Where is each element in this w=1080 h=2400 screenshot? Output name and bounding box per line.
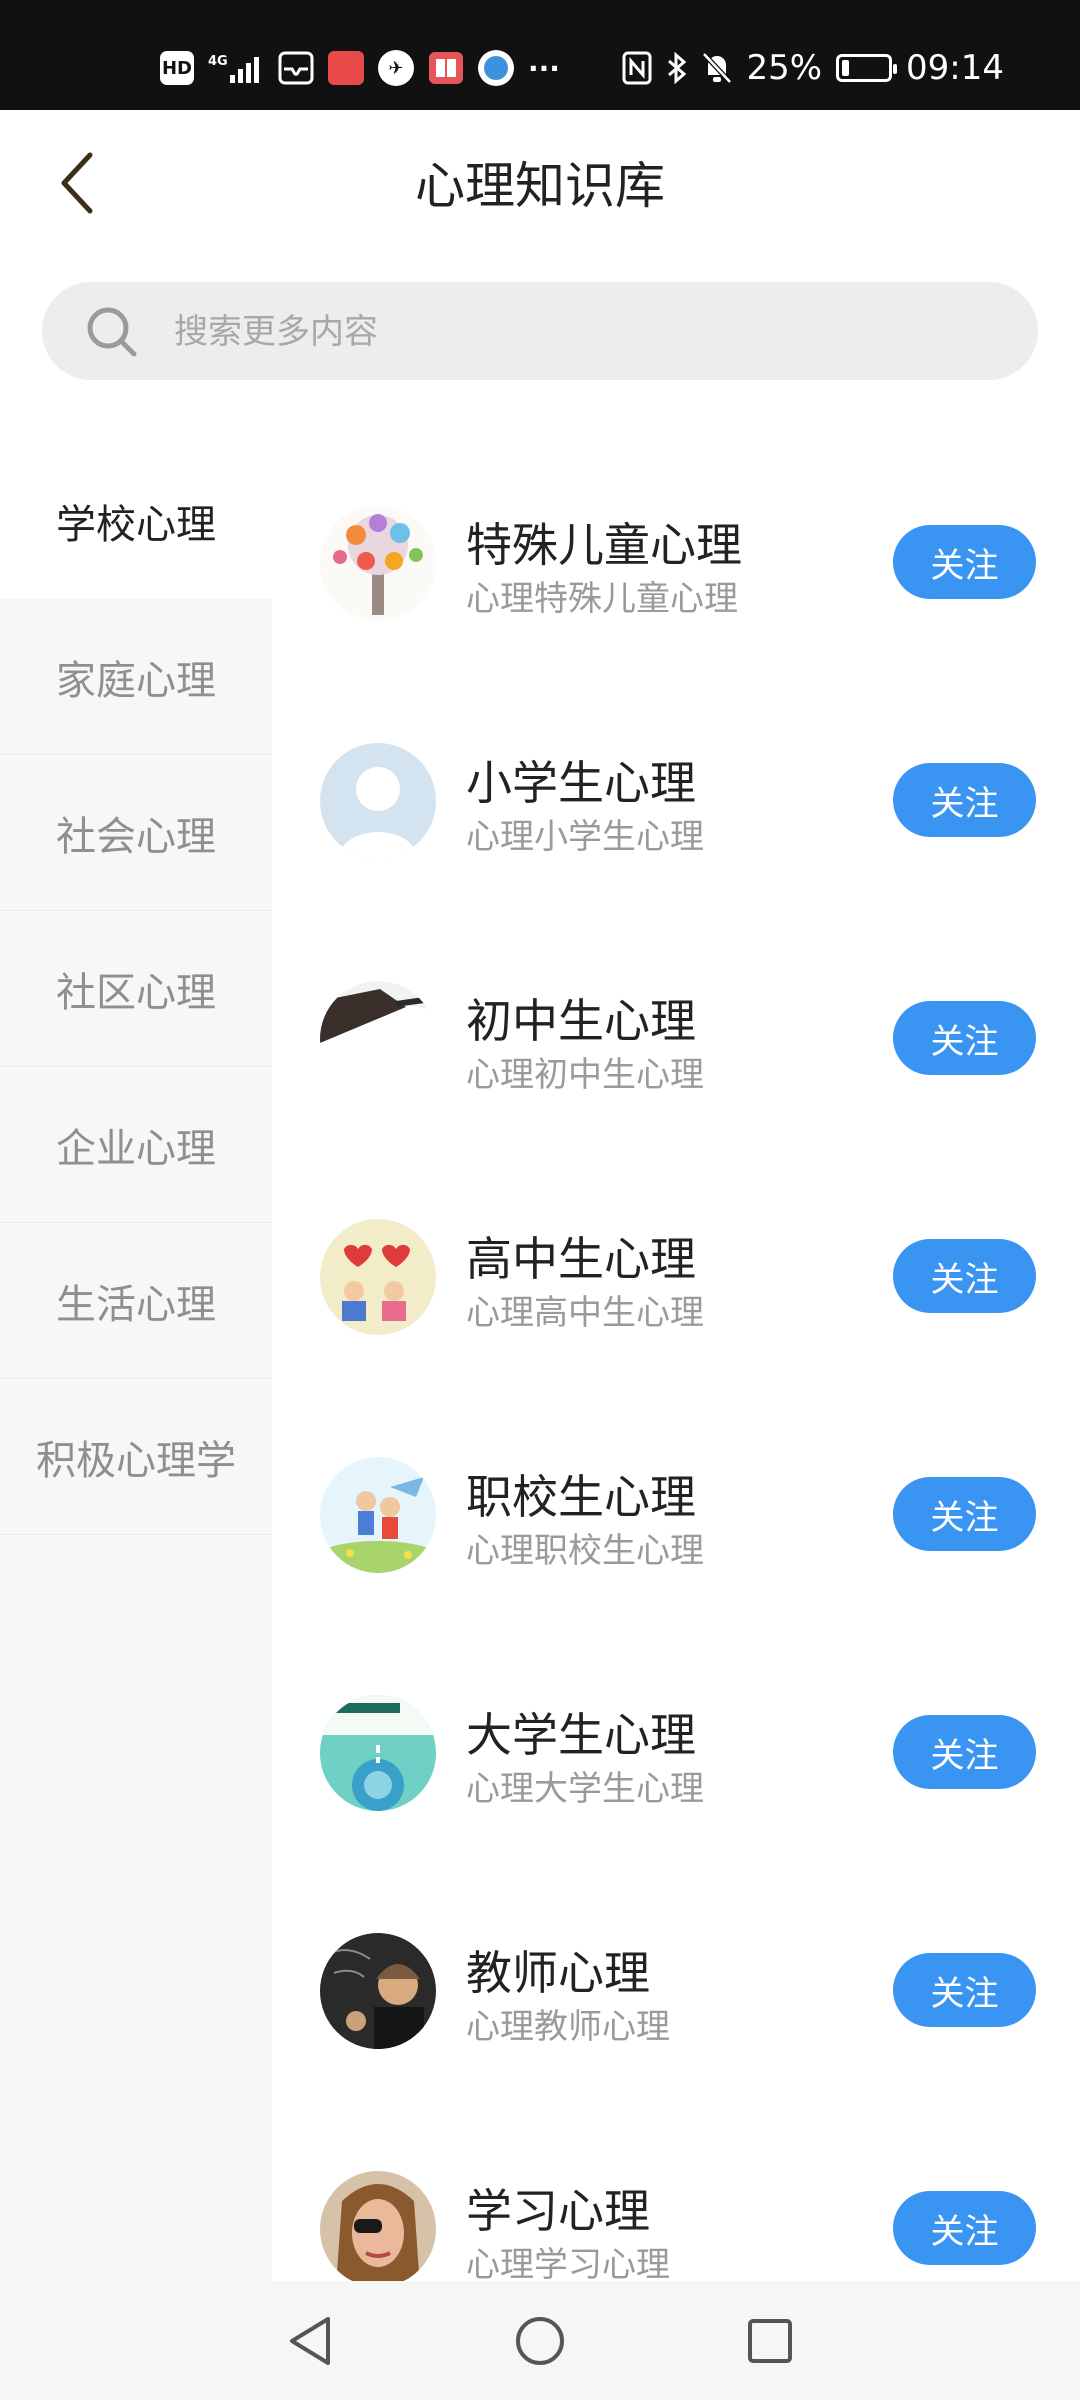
- search-icon: [87, 307, 137, 357]
- follow-button[interactable]: 关注: [893, 763, 1036, 837]
- topic-thumbnail: [320, 2171, 436, 2281]
- browser-app-icon: [478, 50, 514, 86]
- topic-subtitle: 心理职校生心理: [466, 1531, 704, 1571]
- search-bar[interactable]: [42, 282, 1038, 380]
- top-app-bar: 心理知识库: [0, 110, 1080, 250]
- topic-list-item[interactable]: 小学生心理心理小学生心理 关注: [272, 681, 1080, 919]
- sidebar-category-3[interactable]: 社区心理: [0, 911, 272, 1067]
- hd-icon: HD: [160, 51, 194, 85]
- sidebar-category-4[interactable]: 企业心理: [0, 1067, 272, 1223]
- follow-button[interactable]: 关注: [893, 1239, 1036, 1313]
- topic-title: 特殊儿童心理: [466, 518, 742, 572]
- topic-list-item[interactable]: 学习心理心理学习心理 关注: [272, 2109, 1080, 2281]
- clock: 09:14: [906, 48, 1004, 88]
- topic-list-item[interactable]: 初中生心理心理初中生心理 关注: [272, 919, 1080, 1157]
- system-nav-bar: [0, 2281, 1080, 2400]
- university-book-thumbnail: [320, 1695, 436, 1811]
- mute-bell-icon: [702, 51, 733, 85]
- topic-thumbnail: [320, 505, 436, 621]
- topic-list-item[interactable]: 教师心理心理教师心理 关注: [272, 1871, 1080, 2109]
- more-notifications-icon: ···: [528, 51, 560, 85]
- circle-home-icon: [516, 2317, 564, 2365]
- topic-thumbnail: [320, 1695, 436, 1811]
- battery-icon: [836, 54, 898, 82]
- signal-icon: 4G: [208, 51, 264, 85]
- topic-list-item[interactable]: 大学生心理心理大学生心理 关注: [272, 1633, 1080, 1871]
- topic-thumbnail: [320, 1457, 436, 1573]
- topic-title: 小学生心理: [466, 756, 696, 810]
- sidebar-category-6[interactable]: 积极心理学: [0, 1379, 272, 1535]
- topic-title: 学习心理: [466, 2184, 650, 2238]
- writing-hand-thumbnail: [320, 981, 436, 1097]
- topic-subtitle: 心理学习心理: [466, 2245, 670, 2281]
- tree-thumbnail: [320, 505, 436, 621]
- follow-button[interactable]: 关注: [893, 1477, 1036, 1551]
- default-avatar-thumbnail: [320, 743, 436, 859]
- status-left-icons: HD 4G ✈ ···: [160, 44, 560, 92]
- battery-level-fill: [842, 60, 849, 76]
- bird-app-icon: ✈: [378, 50, 414, 86]
- nav-home-button[interactable]: [508, 2309, 572, 2373]
- nav-back-button[interactable]: [278, 2309, 342, 2373]
- category-sidebar: 学校心理 家庭心理 社会心理 社区心理 企业心理 生活心理 积极心理学: [0, 443, 272, 2281]
- topic-thumbnail: [320, 1219, 436, 1335]
- students-hearts-thumbnail: [320, 1219, 436, 1335]
- page-title: 心理知识库: [415, 157, 665, 215]
- topic-title: 大学生心理: [466, 1708, 696, 1762]
- sidebar-category-2[interactable]: 社会心理: [0, 755, 272, 911]
- triangle-back-icon: [290, 2317, 330, 2365]
- topic-subtitle: 心理小学生心理: [466, 817, 704, 857]
- nav-recents-button[interactable]: [738, 2309, 802, 2373]
- square-recents-icon: [748, 2319, 792, 2363]
- topic-title: 高中生心理: [466, 1232, 696, 1286]
- topic-subtitle: 心理大学生心理: [466, 1769, 704, 1809]
- follow-button[interactable]: 关注: [893, 1953, 1036, 2027]
- topic-list: 特殊儿童心理 心理特殊儿童心理 关注 小学生心理 心理小学生心理 关注 初中生心理 心理初中生…: [272, 443, 1080, 2281]
- sidebar-category-0[interactable]: 学校心理: [0, 443, 272, 599]
- kids-running-thumbnail: [320, 1457, 436, 1573]
- teacher-chalkboard-thumbnail: [320, 1933, 436, 2049]
- topic-title: 初中生心理: [466, 994, 696, 1048]
- woman-portrait-thumbnail: [320, 2171, 436, 2281]
- topic-thumbnail: [320, 743, 436, 859]
- follow-button[interactable]: 关注: [893, 2191, 1036, 2265]
- sidebar-category-1[interactable]: 家庭心理: [0, 599, 272, 755]
- sidebar-category-5[interactable]: 生活心理: [0, 1223, 272, 1379]
- book-app-icon: [428, 51, 464, 85]
- status-right-icons: 25% 09:14: [622, 44, 1004, 92]
- status-bar: HD 4G ✈ ··· 25% 09:14: [0, 0, 1080, 110]
- search-input[interactable]: [172, 302, 996, 362]
- huawei-app-icon: [328, 51, 364, 85]
- topic-thumbnail: [320, 981, 436, 1097]
- topic-subtitle: 心理初中生心理: [466, 1055, 704, 1095]
- topic-title: 职校生心理: [466, 1470, 696, 1524]
- topic-thumbnail: [320, 1933, 436, 2049]
- topic-title: 教师心理: [466, 1946, 650, 2000]
- topic-list-item[interactable]: 特殊儿童心理心理特殊儿童心理 关注: [272, 443, 1080, 681]
- battery-percent: 25%: [746, 48, 823, 88]
- topic-list-item[interactable]: 职校生心理心理职校生心理 关注: [272, 1395, 1080, 1633]
- topic-subtitle: 心理教师心理: [466, 2007, 670, 2047]
- topic-subtitle: 心理高中生心理: [466, 1293, 704, 1333]
- follow-button[interactable]: 关注: [893, 1001, 1036, 1075]
- follow-button[interactable]: 关注: [893, 525, 1036, 599]
- network-type: 4G: [208, 54, 228, 69]
- follow-button[interactable]: 关注: [893, 1715, 1036, 1789]
- topic-list-item[interactable]: 高中生心理心理高中生心理 关注: [272, 1157, 1080, 1395]
- nfc-icon: [622, 51, 652, 85]
- topic-subtitle: 心理特殊儿童心理: [466, 579, 738, 619]
- bluetooth-icon: [666, 51, 688, 85]
- inbox-icon: [278, 51, 314, 85]
